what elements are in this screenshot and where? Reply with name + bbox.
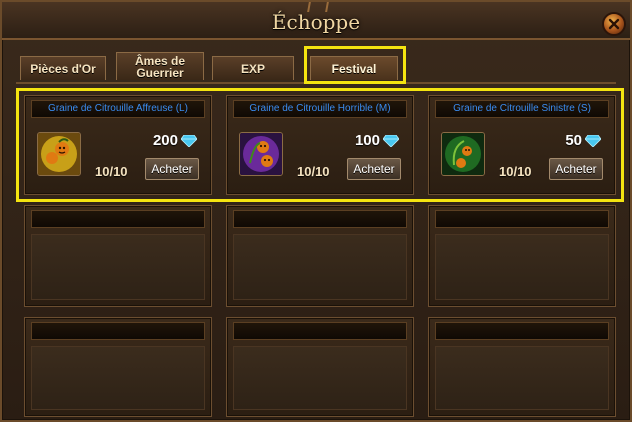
title-bar: Échoppe — [2, 2, 630, 40]
festival-items-highlight — [16, 88, 624, 202]
tab-pieces-or[interactable]: Pièces d'Or — [20, 56, 106, 80]
empty-slot-header — [233, 322, 407, 340]
tab-ames-guerrier[interactable]: Âmes de Guerrier — [116, 52, 204, 80]
empty-slot-header — [435, 322, 609, 340]
empty-slot-header — [31, 210, 205, 228]
tab-label: Âmes de Guerrier — [134, 53, 186, 80]
tab-exp[interactable]: EXP — [212, 56, 294, 80]
empty-slot-header — [435, 210, 609, 228]
empty-shop-slot — [428, 205, 616, 307]
empty-slot-body — [31, 346, 205, 410]
close-button[interactable] — [602, 12, 626, 36]
empty-slot-body — [233, 346, 407, 410]
empty-shop-slot — [24, 317, 212, 417]
empty-shop-slot — [428, 317, 616, 417]
tab-label: EXP — [240, 61, 265, 76]
tab-label: Pièces d'Or — [30, 61, 96, 76]
empty-slot-body — [435, 346, 609, 410]
empty-slot-body — [31, 234, 205, 300]
shop-window: Échoppe Pièces d'Or Âmes de Guerrier EXP… — [0, 0, 632, 422]
close-icon — [608, 18, 620, 30]
empty-shop-slot — [24, 205, 212, 307]
empty-slot-body — [233, 234, 407, 300]
empty-shop-slot — [226, 317, 414, 417]
window-title: Échoppe — [271, 10, 361, 34]
active-tab-highlight — [304, 46, 406, 84]
empty-slot-header — [233, 210, 407, 228]
empty-slot-body — [435, 234, 609, 300]
empty-slot-header — [31, 322, 205, 340]
empty-shop-slot — [226, 205, 414, 307]
